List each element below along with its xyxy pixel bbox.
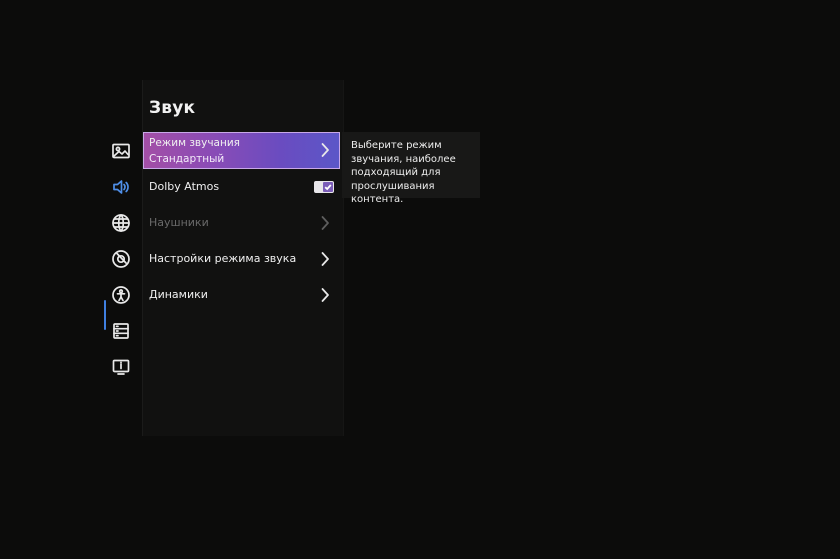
support-icon[interactable] — [100, 351, 142, 383]
system-icon[interactable] — [100, 315, 142, 347]
active-category-marker — [104, 300, 106, 330]
menu-item-speakers[interactable]: Динамики — [143, 278, 340, 312]
help-description-text: Выберите режим звучания, наиболее подход… — [351, 140, 456, 205]
menu-item-label: Наушники — [149, 216, 209, 229]
page-title: Звук — [149, 98, 196, 118]
menu-item-label: Динамики — [149, 288, 208, 301]
menu-item-value: Стандартный — [149, 153, 225, 165]
help-description-box: Выберите режим звучания, наиболее подход… — [342, 132, 480, 205]
menu-item-dolby-atmos[interactable]: Dolby Atmos — [143, 170, 340, 204]
chevron-right-icon — [320, 251, 330, 267]
check-icon — [323, 182, 333, 192]
chevron-right-icon — [320, 142, 330, 158]
picture-icon[interactable] — [100, 135, 142, 167]
menu-item-label: Настройки режима звука — [149, 252, 297, 265]
sound-icon[interactable] — [100, 171, 142, 203]
menu-item-label: Dolby Atmos — [149, 180, 220, 193]
tv-screen: Звук Режим звучания Стандартный Dolby At… — [0, 0, 840, 559]
settings-category-rail — [100, 128, 142, 388]
menu-item-sound-mode-settings[interactable]: Настройки режима звука — [143, 242, 340, 276]
accessibility-icon[interactable] — [100, 279, 142, 311]
menu-item-label: Режим звучания — [149, 137, 240, 149]
chevron-right-icon — [320, 287, 330, 303]
menu-item-sound-mode[interactable]: Режим звучания Стандартный — [143, 132, 340, 169]
network-icon[interactable] — [100, 207, 142, 239]
menu-item-headphones: Наушники — [143, 206, 340, 240]
general-settings-icon[interactable] — [100, 243, 142, 275]
chevron-right-icon — [320, 215, 330, 231]
dolby-atmos-toggle[interactable] — [314, 181, 334, 193]
